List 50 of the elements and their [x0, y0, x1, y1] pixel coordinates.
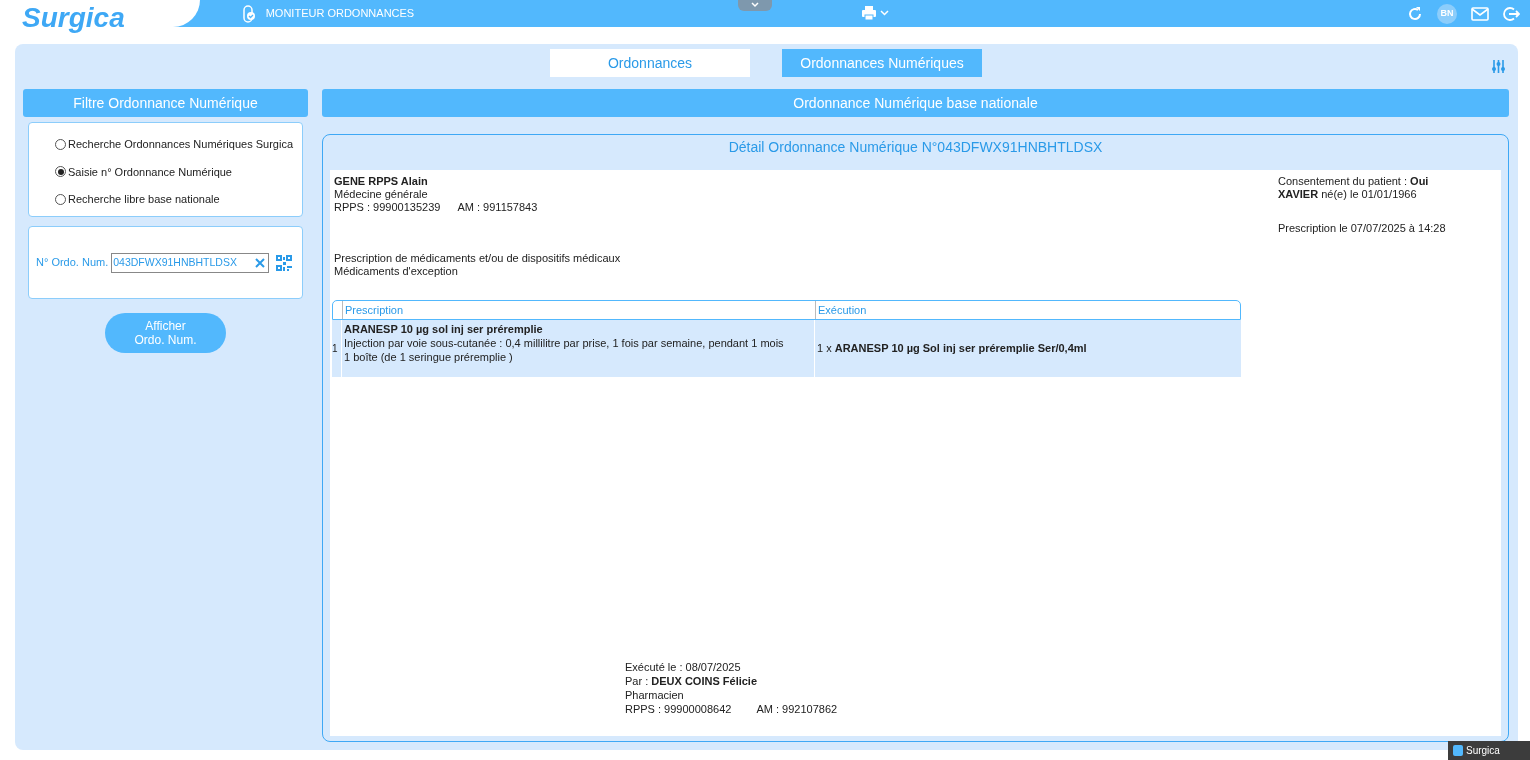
- dosage-line: 1 boîte (de 1 seringue préremplie ): [344, 350, 514, 364]
- row-number: 1: [332, 342, 338, 356]
- pill-check-icon: [241, 4, 256, 23]
- taskbar-item[interactable]: Surgica: [1448, 741, 1530, 760]
- print-button[interactable]: [861, 5, 889, 21]
- column-header: Prescription: [342, 301, 815, 319]
- drug-name: ARANESP 10 µg sol inj ser préremplie: [344, 322, 544, 336]
- detail-title: Détail Ordonnance Numérique N°043DFWX91HNBHTLDSX: [727, 138, 1104, 157]
- executor-am: AM : 992107862: [756, 702, 838, 716]
- executor-role: Pharmacien: [625, 688, 685, 702]
- prescriber-specialty: Médecine générale: [334, 188, 429, 201]
- ordo-number-field[interactable]: 043DFWX91HNBHTLDSX: [111, 252, 270, 273]
- radio-option[interactable]: Saisie n° Ordonnance Numérique: [55, 163, 302, 180]
- refresh-icon[interactable]: [1407, 5, 1423, 22]
- radio-option[interactable]: Recherche libre base nationale: [55, 191, 302, 208]
- taskbar-label: Surgica: [1466, 744, 1500, 758]
- table-row[interactable]: [332, 320, 1241, 377]
- tab[interactable]: Ordonnances Numériques: [782, 49, 982, 77]
- column-header: Exécution: [815, 301, 1240, 319]
- tab[interactable]: Ordonnances: [550, 49, 750, 77]
- panel-title: Ordonnance Numérique base nationale: [322, 89, 1509, 117]
- logo: Surgica: [22, 3, 125, 32]
- settings-icon[interactable]: [1491, 59, 1506, 74]
- patient-info: XAVIER né(e) le 01/01/1966: [1278, 188, 1418, 201]
- prescription-date: Prescription le 07/07/2025 à 14:28: [1278, 222, 1446, 235]
- app-icon: [1453, 745, 1463, 756]
- executed-by: Par : DEUX COINS Félicie: [625, 674, 759, 688]
- logout-icon[interactable]: [1503, 5, 1520, 22]
- executor-rpps: RPPS : 99900008642: [625, 702, 732, 716]
- qr-code-icon[interactable]: [276, 254, 293, 271]
- caret-icon: [880, 10, 889, 16]
- collapse-handle[interactable]: [738, 0, 772, 11]
- mail-icon[interactable]: [1471, 6, 1489, 21]
- user-avatar[interactable]: BN: [1437, 3, 1457, 24]
- execution-text: 1 x ARANESP 10 µg Sol inj ser préremplie Ser/0,4ml: [817, 341, 1087, 357]
- show-button[interactable]: Afficher Ordo. Num.: [105, 313, 226, 353]
- prescriber-rpps: RPPS : 99900135239: [334, 201, 441, 214]
- printer-icon: [861, 5, 877, 21]
- prescription-type: Médicaments d'exception: [334, 265, 459, 278]
- prescription-type: Prescription de médicaments et/ou de dispositifs médicaux: [334, 252, 621, 265]
- prescriber-name: GENE RPPS Alain: [334, 175, 429, 188]
- prescriber-am: AM : 991157843: [457, 201, 538, 214]
- panel-title: Filtre Ordonnance Numérique: [23, 89, 308, 117]
- dosage-line: Injection par voie sous-cutanée : 0,4 millilitre par prise, 1 fois par semaine, pendant 1 mois: [344, 336, 785, 350]
- field-label: N° Ordo. Num.: [36, 255, 109, 271]
- radio-option[interactable]: Recherche Ordonnances Numériques Surgica: [55, 136, 302, 153]
- execution-date: Exécuté le : 08/07/2025: [625, 660, 742, 674]
- patient-consent: Consentement du patient : Oui: [1278, 175, 1430, 188]
- module-title: MONITEUR ORDONNANCES: [265, 6, 415, 22]
- clear-icon[interactable]: [255, 257, 266, 268]
